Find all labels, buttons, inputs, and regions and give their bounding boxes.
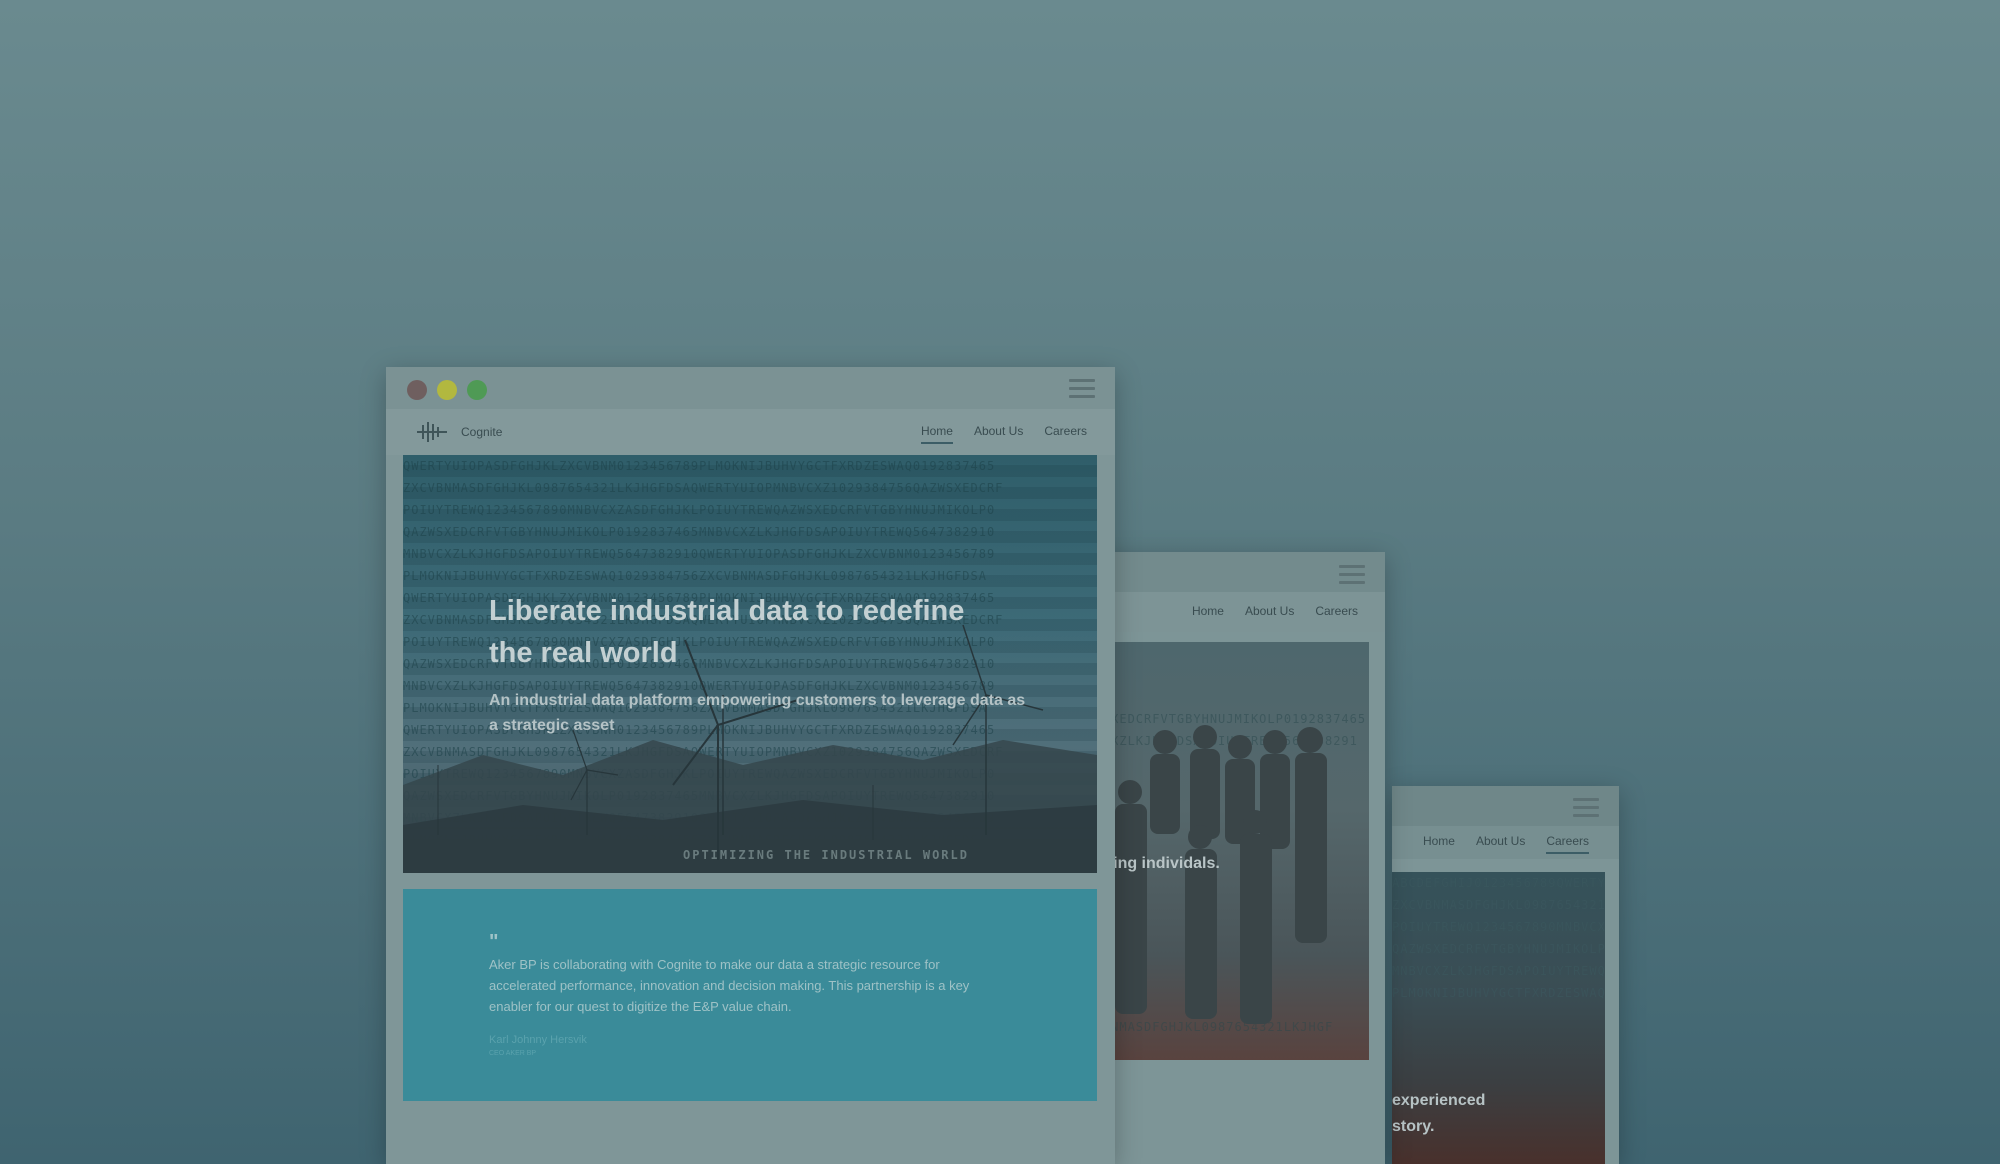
careers-page-window: Home About Us Careers ABCDEFGHIJ01234567… bbox=[1392, 786, 1619, 1164]
nav-home[interactable]: Home bbox=[1192, 604, 1224, 622]
hamburger-menu-icon[interactable] bbox=[1573, 798, 1599, 818]
quote-author: Karl Johnny Hersvik bbox=[489, 1034, 587, 1046]
brand[interactable]: Cognite bbox=[413, 420, 502, 444]
hero-title: Liberate industrial data to redefine the… bbox=[489, 595, 965, 669]
careers-hero-line-1: experienced bbox=[1392, 1092, 1486, 1109]
site-nav: Home About Us Careers bbox=[1070, 592, 1385, 632]
quote-mark-icon: " bbox=[489, 931, 499, 953]
brand-name: Cognite bbox=[461, 425, 503, 439]
site-nav: Cognite Home About Us Careers bbox=[386, 409, 1115, 455]
hero-tagline: OPTIMIZING THE INDUSTRIAL WORLD bbox=[683, 848, 969, 862]
testimonial-section: " Aker BP is collaborating with Cognite … bbox=[403, 889, 1097, 1101]
home-hero-wind-turbines: QWERTYUIOPASDFGHJKLZXCVBNM0123456789PLMO… bbox=[403, 455, 1097, 873]
site-nav: Home About Us Careers bbox=[1392, 826, 1619, 859]
nav-careers[interactable]: Careers bbox=[1315, 604, 1358, 622]
window-titlebar bbox=[1070, 552, 1385, 593]
nav-about-us[interactable]: About Us bbox=[974, 424, 1023, 444]
hamburger-menu-icon[interactable] bbox=[1069, 379, 1095, 399]
about-page-window: Home About Us Careers QAZWSXEDCRFVTGBYHN… bbox=[1070, 552, 1385, 1164]
nav-careers[interactable]: Careers bbox=[1546, 834, 1589, 854]
careers-hero-image: ABCDEFGHIJ0123456789QWERTYUIOPZXCVBNMASD… bbox=[1392, 872, 1605, 1164]
window-titlebar bbox=[386, 367, 1115, 410]
nav-home[interactable]: Home bbox=[1423, 834, 1455, 854]
close-window-dot[interactable] bbox=[407, 380, 427, 400]
hamburger-menu-icon[interactable] bbox=[1339, 565, 1365, 585]
maximize-window-dot[interactable] bbox=[467, 380, 487, 400]
careers-hero-line-2: story. bbox=[1392, 1118, 1435, 1135]
home-page-window: Cognite Home About Us Careers QWERTYUIOP… bbox=[386, 367, 1115, 1164]
nav-about-us[interactable]: About Us bbox=[1476, 834, 1525, 854]
cognite-logo-icon bbox=[417, 422, 447, 442]
nav-about-us[interactable]: About Us bbox=[1245, 604, 1294, 622]
quote-author-role: CEO AKER BP bbox=[489, 1050, 537, 1057]
nav-home[interactable]: Home bbox=[920, 424, 953, 444]
nav-careers[interactable]: Careers bbox=[1044, 424, 1087, 444]
careers-hero-text: experienced story. bbox=[1392, 1088, 1485, 1140]
minimize-window-dot[interactable] bbox=[437, 380, 457, 400]
hero-subtitle: An industrial data platform empowering c… bbox=[489, 692, 1026, 734]
quote-text: Aker BP is collaborating with Cognite to… bbox=[489, 957, 970, 1014]
